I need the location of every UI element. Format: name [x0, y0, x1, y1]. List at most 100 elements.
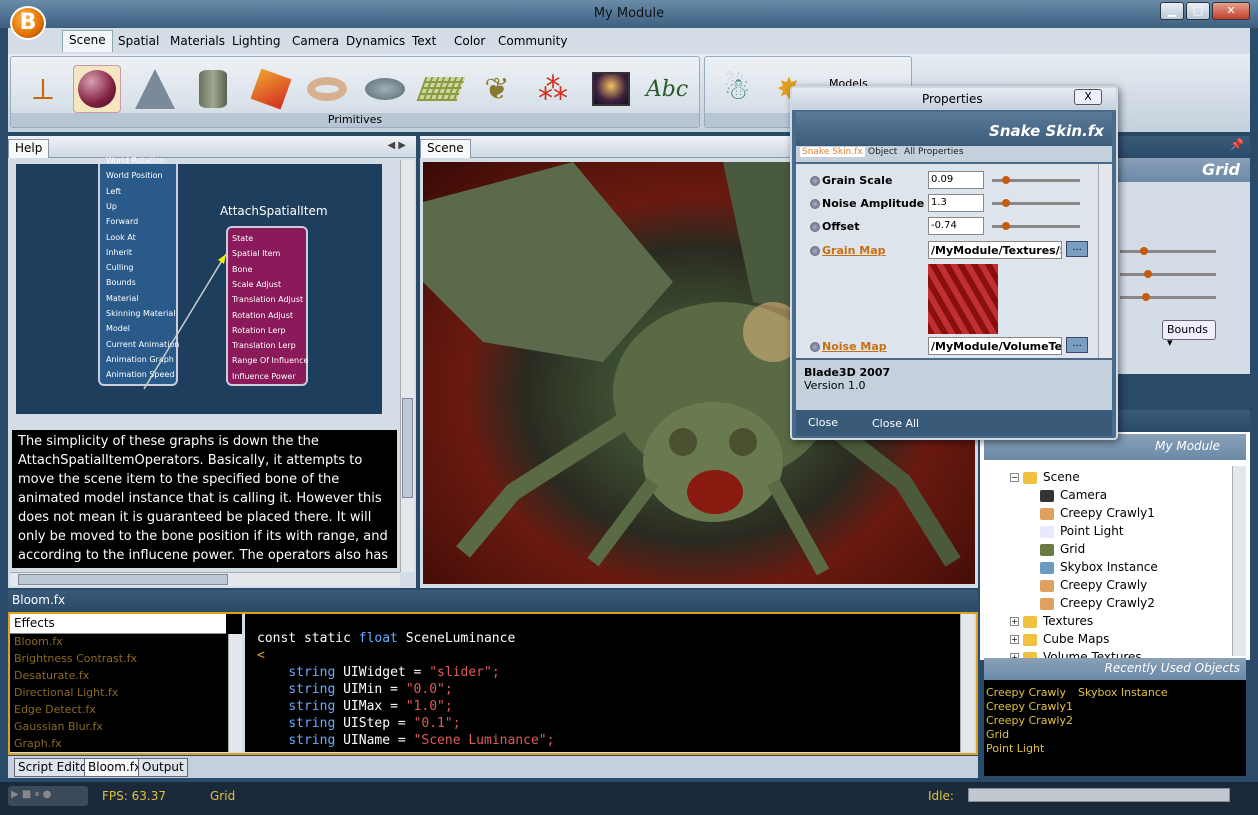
tree-item[interactable]: − Scene: [1010, 470, 1080, 484]
recent-object[interactable]: Creepy Crawly1: [986, 700, 1073, 714]
tree-item[interactable]: + Textures: [1010, 614, 1093, 628]
effect-item[interactable]: Bloom.fx: [10, 634, 242, 651]
tree-item[interactable]: Creepy Crawly1: [1040, 506, 1155, 520]
right-slider-2[interactable]: [1120, 273, 1216, 276]
torus-icon[interactable]: [303, 65, 351, 113]
cylinder-icon[interactable]: [189, 65, 237, 113]
props-close-button[interactable]: Close: [808, 416, 838, 429]
effect-item[interactable]: Edge Detect.fx: [10, 702, 242, 719]
bounds-label: Bounds: [1167, 323, 1208, 336]
menu-dynamics[interactable]: Dynamics: [340, 32, 411, 50]
recent-object[interactable]: Creepy Crawly: [986, 686, 1073, 700]
bounds-dropdown[interactable]: Bounds ▾: [1162, 320, 1216, 349]
properties-tab[interactable]: All Properties: [902, 147, 966, 157]
recent-object[interactable]: Creepy Crawly2: [986, 714, 1073, 728]
right-slider-3[interactable]: [1120, 296, 1216, 299]
property-slider-knob[interactable]: [1002, 222, 1010, 230]
properties-scrollbar[interactable]: [1098, 164, 1112, 358]
playback-controls[interactable]: ▶ ■ ⏸ ●: [8, 786, 88, 806]
menu-text[interactable]: Text: [406, 32, 442, 50]
skybox-icon[interactable]: [587, 65, 635, 113]
properties-tab[interactable]: Object: [866, 147, 899, 157]
close-button[interactable]: ✕: [1212, 2, 1250, 20]
properties-tab[interactable]: Snake Skin.fx: [800, 147, 865, 157]
recent-object[interactable]: Grid: [986, 728, 1073, 742]
pin-icon[interactable]: 📌: [1230, 138, 1244, 151]
grain-map-browse[interactable]: ...: [1066, 241, 1088, 257]
code-plain: [257, 665, 288, 680]
panel-nav-arrows-icon[interactable]: ◀ ▶: [387, 140, 406, 151]
tree-icon[interactable]: ❦: [473, 65, 521, 113]
sphere-icon[interactable]: [73, 65, 121, 113]
tree-scrollbar[interactable]: [1232, 466, 1246, 656]
right-slider-3-knob[interactable]: [1142, 293, 1150, 301]
left-node-item: Inherit: [106, 247, 133, 257]
right-slider-1-knob[interactable]: [1140, 247, 1148, 255]
help-scrollbar[interactable]: [400, 160, 414, 572]
tree-item[interactable]: Skybox Instance: [1040, 560, 1158, 574]
bottom-tab[interactable]: Bloom.fx: [84, 758, 146, 777]
code-plain: [257, 716, 288, 731]
expand-toggle-icon[interactable]: +: [1010, 617, 1019, 626]
bottom-tab[interactable]: Output: [138, 758, 188, 777]
menu-spatial[interactable]: Spatial: [112, 32, 165, 50]
code-plain: [257, 699, 288, 714]
noise-map-label[interactable]: Noise Map: [822, 340, 887, 353]
effects-scrollbar[interactable]: [228, 634, 242, 752]
help-hscrollbar[interactable]: [10, 572, 400, 586]
tree-item[interactable]: Grid: [1040, 542, 1085, 556]
code-editor[interactable]: const static float SceneLuminance < strin…: [245, 614, 960, 752]
folder-icon: [1023, 633, 1037, 646]
recent-object[interactable]: Skybox Instance: [1078, 686, 1168, 700]
properties-close-x[interactable]: X: [1074, 89, 1102, 105]
minimize-button[interactable]: ▁: [1160, 2, 1184, 20]
noise-map-path[interactable]: /MyModule/VolumeTex: [928, 337, 1062, 355]
grain-map-path[interactable]: /MyModule/Textures/S: [928, 241, 1062, 259]
menu-camera[interactable]: Camera: [286, 32, 345, 50]
property-slider-knob[interactable]: [1002, 176, 1010, 184]
code-identifier: UIWidget =: [335, 665, 430, 680]
grain-map-label[interactable]: Grain Map: [822, 244, 886, 257]
property-value-input[interactable]: 1.3: [928, 194, 984, 212]
app-logo[interactable]: B: [10, 6, 46, 40]
props-close-all-button[interactable]: Close All: [872, 417, 919, 430]
disc-icon[interactable]: [361, 65, 409, 113]
tree-item[interactable]: Camera: [1040, 488, 1107, 502]
menu-materials[interactable]: Materials: [164, 32, 231, 50]
tree-item[interactable]: Creepy Crawly2: [1040, 596, 1155, 610]
axis-icon[interactable]: ⟂: [19, 65, 67, 113]
code-scrollbar[interactable]: [960, 614, 974, 752]
menu-color[interactable]: Color: [448, 32, 491, 50]
cone-icon[interactable]: [131, 65, 179, 113]
right-slider-2-knob[interactable]: [1144, 270, 1152, 278]
cube-icon[interactable]: [247, 65, 295, 113]
effect-item[interactable]: Gaussian Blur.fx: [10, 719, 242, 736]
camera-icon: [1040, 489, 1054, 502]
expand-toggle-icon[interactable]: +: [1010, 635, 1019, 644]
menu-scene[interactable]: Scene: [62, 30, 113, 52]
tree-item[interactable]: Creepy Crawly: [1040, 578, 1147, 592]
property-value-input[interactable]: -0.74: [928, 217, 984, 235]
property-slider-knob[interactable]: [1002, 199, 1010, 207]
expand-toggle-icon[interactable]: −: [1010, 473, 1019, 482]
particles-icon[interactable]: ⁂: [529, 65, 577, 113]
menu-community[interactable]: Community: [492, 32, 573, 50]
menu-lighting[interactable]: Lighting: [226, 32, 287, 50]
effect-item[interactable]: Brightness Contrast.fx: [10, 651, 242, 668]
help-tab[interactable]: Help: [8, 139, 50, 158]
noise-map-browse[interactable]: ...: [1066, 337, 1088, 353]
effect-item[interactable]: Directional Light.fx: [10, 685, 242, 702]
character-icon[interactable]: ☃: [713, 65, 761, 113]
maximize-button[interactable]: □: [1186, 2, 1210, 20]
recent-object[interactable]: Point Light: [986, 742, 1073, 756]
scene-tab[interactable]: Scene: [420, 139, 471, 158]
right-slider-1[interactable]: [1120, 250, 1216, 253]
text-icon[interactable]: Abc: [643, 65, 691, 113]
effect-item[interactable]: Desaturate.fx: [10, 668, 242, 685]
plane-grid-icon[interactable]: [416, 65, 466, 113]
tree-item[interactable]: + Cube Maps: [1010, 632, 1109, 646]
tree-item[interactable]: Point Light: [1040, 524, 1124, 538]
effect-item[interactable]: Graph.fx: [10, 736, 242, 753]
property-value-input[interactable]: 0.09: [928, 171, 984, 189]
model-icon: [1040, 507, 1054, 520]
